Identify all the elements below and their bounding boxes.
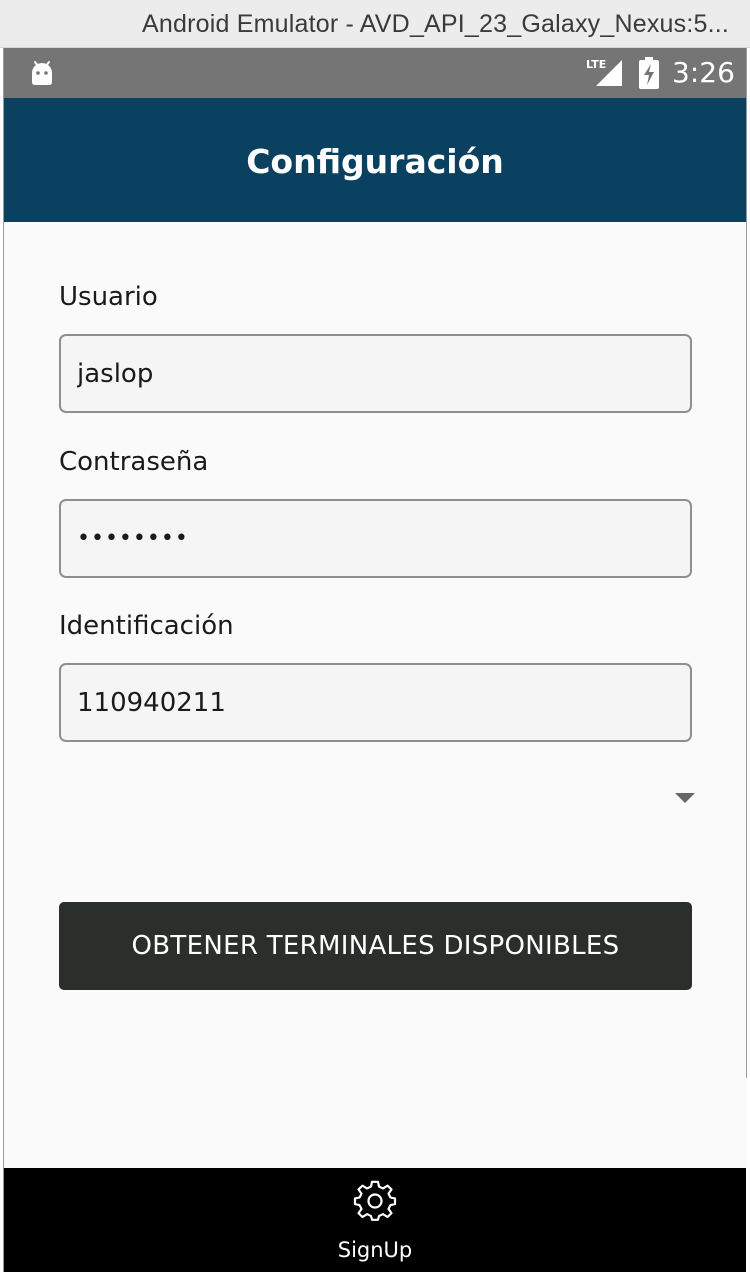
bottom-tab-bar: SignUp — [4, 1168, 746, 1272]
user-label: Usuario — [59, 282, 158, 312]
user-input[interactable] — [59, 334, 692, 413]
get-terminals-button[interactable]: OBTENER TERMINALES DISPONIBLES — [59, 902, 692, 990]
window-title-bar: Android Emulator - AVD_API_23_Galaxy_Nex… — [0, 0, 750, 48]
tab-signup[interactable]: SignUp — [325, 1168, 425, 1272]
identification-label: Identificación — [59, 611, 234, 641]
emulator-window: Android Emulator - AVD_API_23_Galaxy_Nex… — [0, 0, 750, 1272]
android-icon — [32, 61, 52, 85]
device-screen: LTE 3:26 Configuración Usuario Contraseñ… — [4, 48, 746, 1272]
network-type-label: LTE — [586, 58, 607, 71]
window-title: Android Emulator - AVD_API_23_Galaxy_Nex… — [142, 10, 730, 38]
password-label: Contraseña — [59, 447, 209, 477]
terminal-picker[interactable] — [59, 768, 692, 828]
password-input[interactable] — [59, 499, 692, 578]
gear-icon — [353, 1180, 397, 1221]
dropdown-arrow-icon[interactable] — [675, 793, 695, 803]
app-bar: Configuración — [4, 98, 746, 222]
tab-signup-label: SignUp — [337, 1238, 413, 1262]
frame-border-right — [746, 48, 747, 1078]
page-title: Configuración — [246, 142, 504, 181]
status-clock: 3:26 — [672, 56, 735, 89]
identification-input[interactable] — [59, 663, 692, 742]
status-bar: LTE 3:26 — [4, 48, 746, 98]
battery-charging-icon — [639, 57, 659, 89]
